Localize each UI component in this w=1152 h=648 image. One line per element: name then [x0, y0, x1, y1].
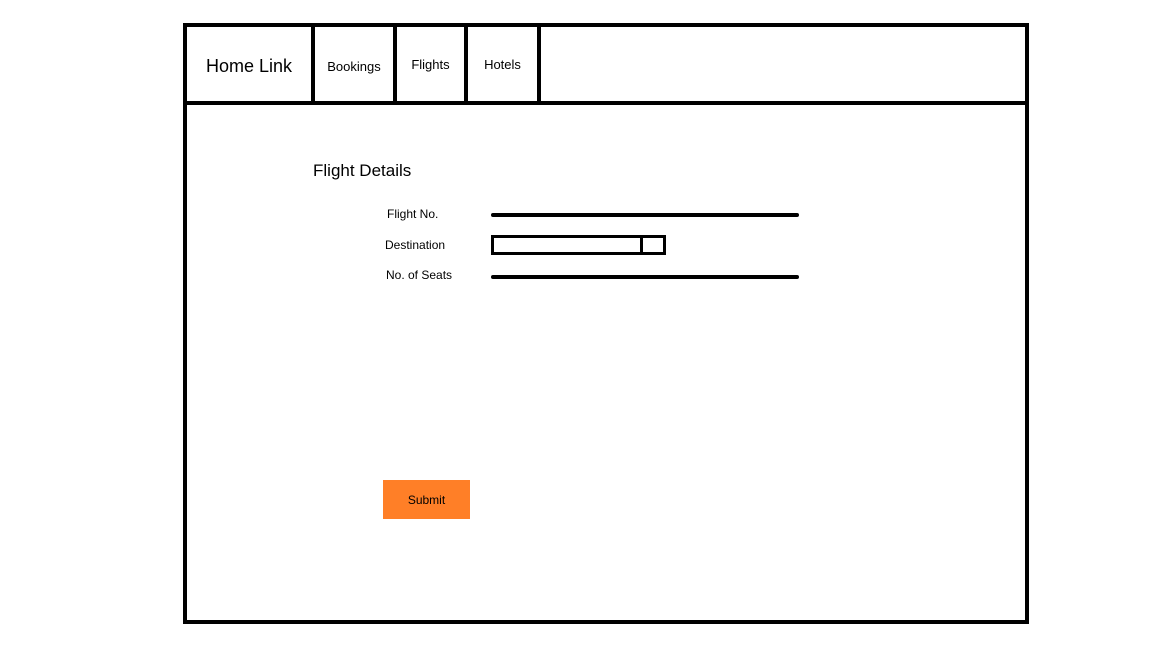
- top-navbar: Home Link Bookings Flights Hotels: [187, 27, 1025, 105]
- nav-hotels-label: Hotels: [484, 56, 521, 72]
- destination-dropdown[interactable]: [491, 235, 666, 255]
- flight-no-label: Flight No.: [387, 207, 439, 221]
- seats-label: No. of Seats: [386, 268, 453, 282]
- nav-bookings-link[interactable]: Bookings: [315, 27, 397, 101]
- dropdown-toggle-icon[interactable]: [640, 238, 663, 252]
- flight-no-input[interactable]: [491, 213, 799, 217]
- submit-button[interactable]: Submit: [383, 480, 470, 519]
- nav-home-link[interactable]: Home Link: [187, 27, 315, 101]
- seats-input[interactable]: [491, 275, 799, 279]
- nav-home-label: Home Link: [205, 55, 293, 76]
- page-frame: Home Link Bookings Flights Hotels Flight…: [183, 23, 1029, 624]
- nav-bookings-label: Bookings: [327, 58, 381, 74]
- nav-flights-label: Flights: [411, 56, 450, 72]
- destination-label: Destination: [385, 238, 446, 252]
- nav-hotels-link[interactable]: Hotels: [468, 27, 541, 101]
- nav-flights-link[interactable]: Flights: [397, 27, 468, 101]
- form-title: Flight Details: [313, 161, 412, 180]
